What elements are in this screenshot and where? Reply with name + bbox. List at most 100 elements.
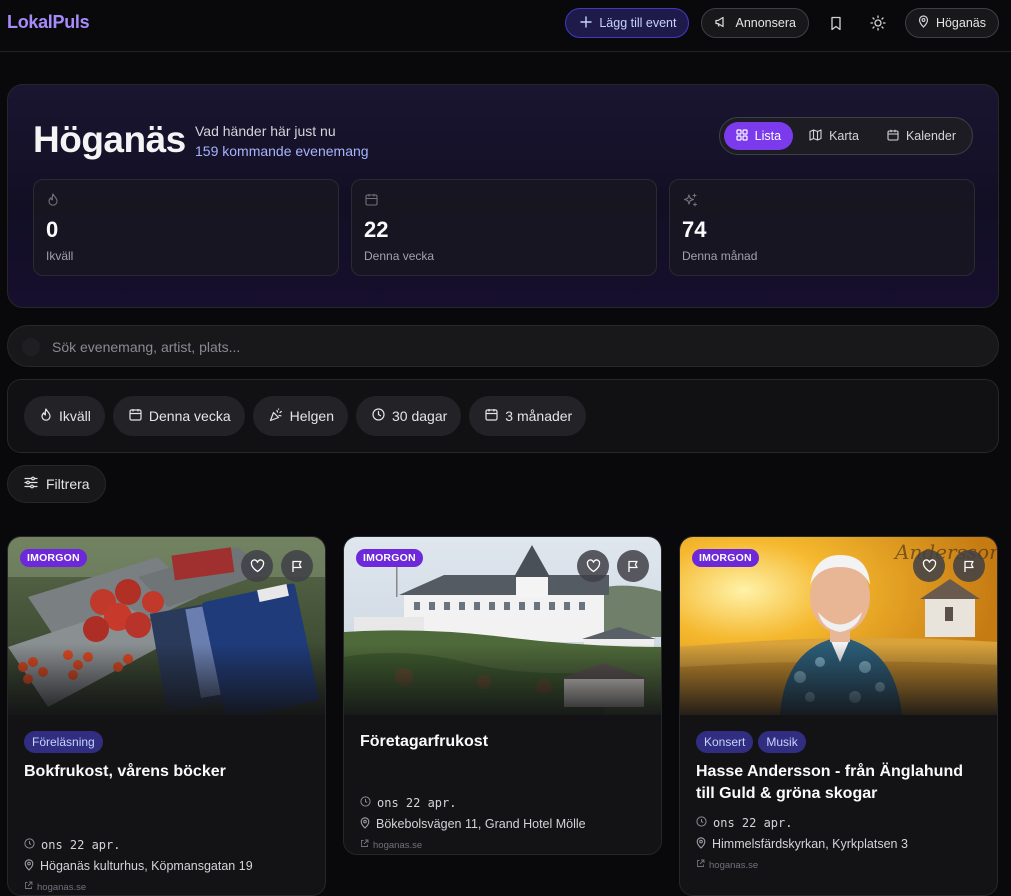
advertise-label: Annonsera xyxy=(735,16,796,30)
heart-icon[interactable] xyxy=(913,550,945,582)
calendar-icon xyxy=(485,408,498,424)
heart-icon[interactable] xyxy=(241,550,273,582)
event-source-text: hoganas.se xyxy=(37,881,87,893)
location-label: Höganäs xyxy=(935,16,986,30)
clock-icon xyxy=(360,796,371,810)
quick-filter-label: Helgen xyxy=(289,408,334,424)
stat-label: Denna månad xyxy=(682,249,758,263)
map-pin-icon xyxy=(360,816,370,832)
page-title: Höganäs xyxy=(33,119,186,160)
view-calendar-button[interactable]: Kalender xyxy=(875,122,968,150)
event-title[interactable]: Företagarfrukost xyxy=(360,731,645,753)
event-place-text: Himmelsfärdskyrkan, Kyrkplatsen 3 xyxy=(712,837,908,851)
clock-icon xyxy=(372,408,385,424)
location-button[interactable]: Höganäs xyxy=(904,8,999,38)
event-image[interactable]: IMORGON xyxy=(8,537,325,715)
event-date: ons 22 apr. xyxy=(696,813,981,833)
map-pin-icon xyxy=(24,858,34,874)
quick-filter-tonight[interactable]: Ikväll xyxy=(24,396,105,436)
flame-icon xyxy=(47,193,59,212)
event-place: Höganäs kulturhus, Köpmansgatan 19 xyxy=(24,856,309,876)
view-list-label: Lista xyxy=(754,129,782,143)
event-card[interactable]: Andersson IMORGON Konsert Musik Hasse An… xyxy=(679,536,998,896)
advertise-button[interactable]: Annonsera xyxy=(701,8,809,38)
event-title[interactable]: Hasse Andersson - från Änglahund till Gu… xyxy=(696,761,981,805)
event-image[interactable]: IMORGON xyxy=(344,537,661,715)
stat-tonight[interactable]: 0 Ikväll xyxy=(33,179,339,276)
event-card-body: Konsert Musik Hasse Andersson - från Äng… xyxy=(680,715,997,873)
filter-button[interactable]: Filtrera xyxy=(7,465,106,503)
sun-icon[interactable] xyxy=(863,8,893,38)
view-toggle: Lista Karta Kalender xyxy=(718,117,973,155)
external-link-icon xyxy=(696,859,705,871)
event-source[interactable]: hoganas.se xyxy=(696,857,981,873)
megaphone-icon xyxy=(714,15,728,32)
stat-label: Ikväll xyxy=(46,249,74,263)
nav-actions: Lägg till event Annonsera Höganäs xyxy=(565,8,999,38)
sliders-icon xyxy=(24,476,38,492)
event-date-text: ons 22 apr. xyxy=(41,838,121,852)
event-date: ons 22 apr. xyxy=(24,835,309,855)
stat-this-week[interactable]: 22 Denna vecka xyxy=(351,179,657,276)
quick-filter-label: Denna vecka xyxy=(148,408,231,424)
heart-icon[interactable] xyxy=(577,550,609,582)
clock-icon xyxy=(24,838,35,852)
hero-subtitle: Vad händer här just nu xyxy=(195,123,336,139)
quick-filters: Ikväll Denna vecka Helgen 30 dagar 3 mån… xyxy=(7,379,999,453)
bookmark-icon[interactable] xyxy=(821,8,851,38)
stat-this-month[interactable]: 74 Denna månad xyxy=(669,179,975,276)
flag-icon[interactable] xyxy=(617,550,649,582)
top-bar: LokalPuls Lägg till event Annonsera Höga… xyxy=(0,0,1011,52)
flame-icon xyxy=(40,407,52,425)
event-badge: IMORGON xyxy=(692,549,759,567)
quick-filter-label: 30 dagar xyxy=(392,408,448,424)
event-count: 159 kommande evenemang xyxy=(195,143,369,159)
event-badge: IMORGON xyxy=(356,549,423,567)
view-list-button[interactable]: Lista xyxy=(723,122,794,150)
event-card[interactable]: IMORGON Företagarfrukost ons 22 apr. Bök… xyxy=(343,536,662,855)
view-map-label: Karta xyxy=(829,129,859,143)
view-map-button[interactable]: Karta xyxy=(797,122,871,150)
external-link-icon xyxy=(24,881,33,893)
quick-filter-30-days[interactable]: 30 dagar xyxy=(356,396,462,436)
search-input[interactable] xyxy=(52,326,952,368)
event-card[interactable]: IMORGON Föreläsning Bokfrukost, vårens b… xyxy=(7,536,326,896)
sparkles-icon xyxy=(683,193,698,213)
quick-filter-weekend[interactable]: Helgen xyxy=(252,396,348,436)
plus-icon xyxy=(580,15,593,31)
event-source[interactable]: hoganas.se xyxy=(360,837,645,853)
party-popper-icon xyxy=(269,407,283,425)
event-tag[interactable]: Konsert xyxy=(696,731,754,753)
calendar-icon xyxy=(887,129,899,144)
flag-icon[interactable] xyxy=(281,550,313,582)
app-logo[interactable]: LokalPuls xyxy=(7,12,90,33)
event-place: Himmelsfärdskyrkan, Kyrkplatsen 3 xyxy=(696,834,981,854)
event-source-text: hoganas.se xyxy=(709,859,759,871)
stat-label: Denna vecka xyxy=(364,249,435,263)
stat-value: 0 xyxy=(46,217,59,242)
event-date-text: ons 22 apr. xyxy=(713,816,793,830)
grid-icon xyxy=(736,128,748,144)
quick-filter-this-week[interactable]: Denna vecka xyxy=(112,396,245,436)
event-tags: Konsert Musik xyxy=(696,731,981,753)
map-icon xyxy=(809,128,822,144)
quick-filter-3-months[interactable]: 3 månader xyxy=(469,396,587,436)
map-pin-icon xyxy=(696,836,706,852)
event-source[interactable]: hoganas.se xyxy=(24,879,309,895)
event-image[interactable]: Andersson IMORGON xyxy=(680,537,997,715)
quick-filter-label: Ikväll xyxy=(59,408,91,424)
event-tag[interactable]: Musik xyxy=(758,731,806,753)
event-title[interactable]: Bokfrukost, vårens böcker xyxy=(24,761,309,805)
filter-button-label: Filtrera xyxy=(46,476,90,492)
search-bar xyxy=(7,325,999,368)
view-calendar-label: Kalender xyxy=(905,129,956,143)
clock-icon xyxy=(696,816,707,830)
event-tags: Föreläsning xyxy=(24,731,309,753)
event-place: Bökebolsvägen 11, Grand Hotel Mölle xyxy=(360,814,645,834)
flag-icon[interactable] xyxy=(953,550,985,582)
event-card-body: Företagarfrukost ons 22 apr. Bökebolsväg… xyxy=(344,715,661,853)
event-date-text: ons 22 apr. xyxy=(377,796,457,810)
stat-value: 74 xyxy=(682,217,707,242)
event-tag[interactable]: Föreläsning xyxy=(24,731,103,753)
add-event-button[interactable]: Lägg till event xyxy=(565,8,690,38)
